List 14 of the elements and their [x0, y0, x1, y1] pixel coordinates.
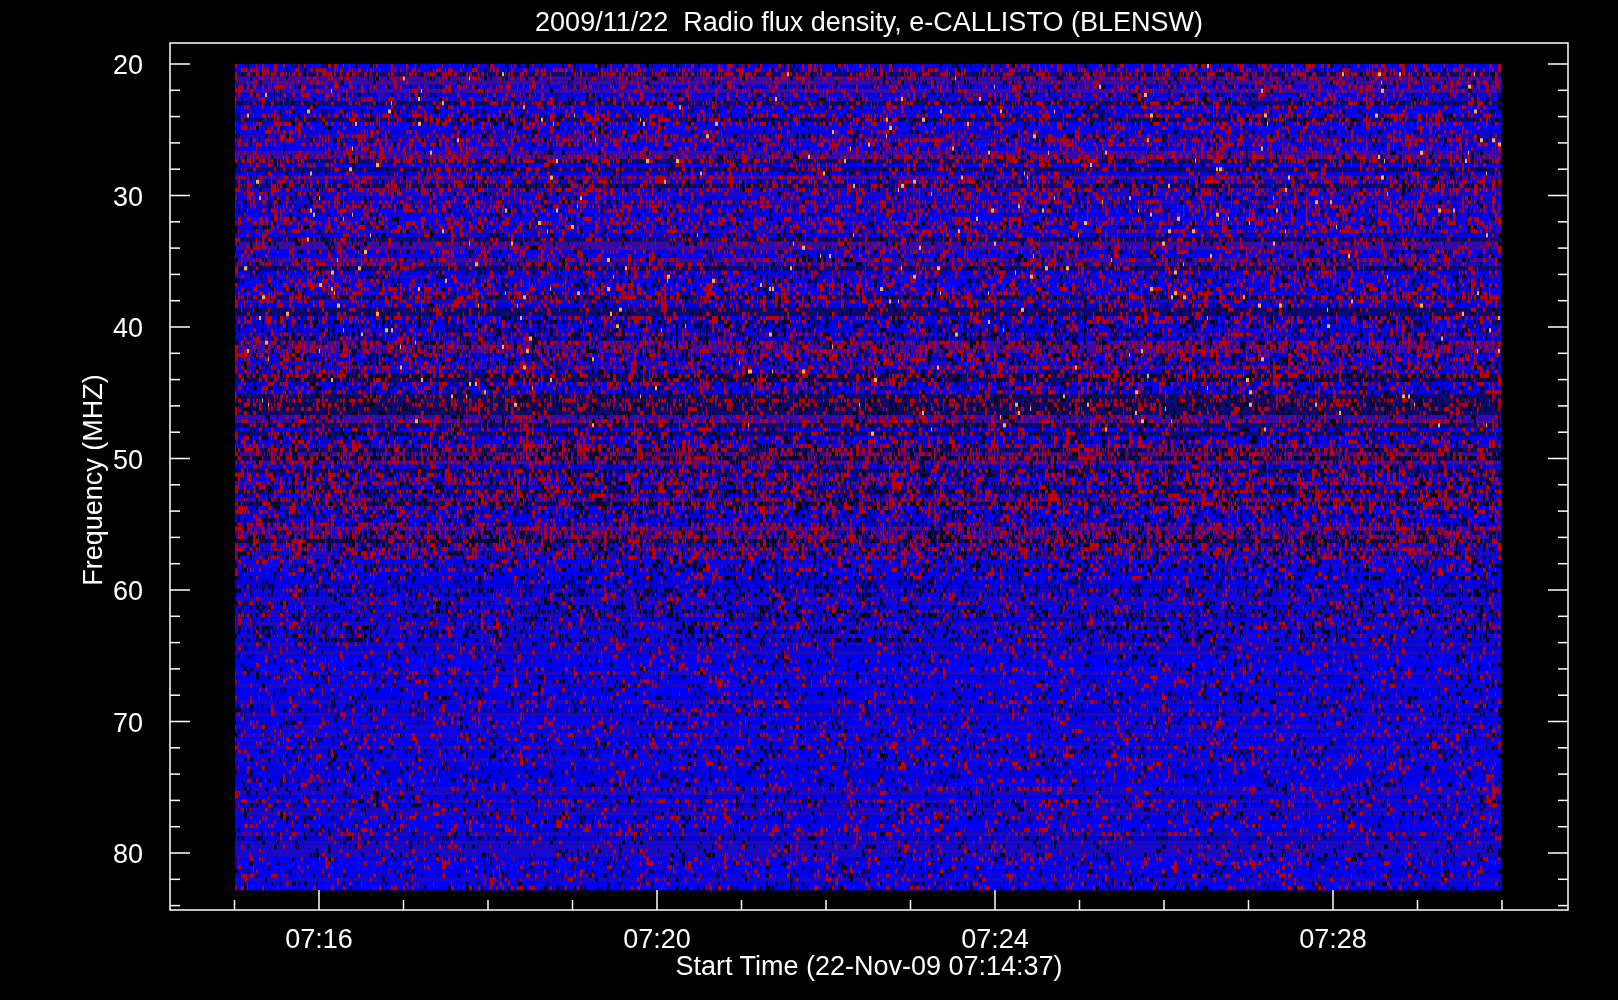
x-tick-label: 07:20 — [623, 924, 691, 954]
x-tick-label: 07:28 — [1299, 924, 1367, 954]
x-tick-label: 07:24 — [961, 924, 1029, 954]
x-axis-label: Start Time (22-Nov-09 07:14:37) — [675, 951, 1063, 981]
y-tick-label: 80 — [112, 839, 143, 869]
y-tick-label: 30 — [112, 181, 143, 212]
y-axis-label: Frequency (MHZ) — [78, 374, 108, 586]
chart-title: 2009/11/22 Radio flux density, e-CALLISTO (BLENSW) — [535, 7, 1203, 37]
x-tick-label: 07:16 — [285, 924, 353, 954]
y-tick-label: 60 — [112, 576, 143, 606]
y-tick-label: 40 — [112, 313, 143, 343]
y-tick-label: 70 — [112, 707, 143, 738]
y-tick-label: 50 — [112, 444, 143, 475]
y-tick-label: 20 — [112, 50, 143, 80]
